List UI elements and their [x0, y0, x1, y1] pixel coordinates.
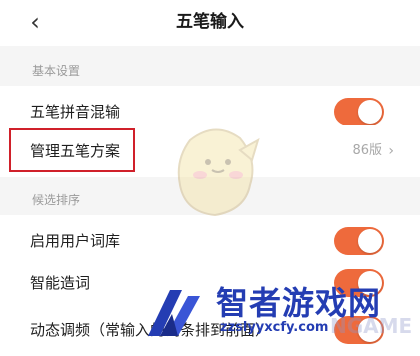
- mixed-input-toggle[interactable]: [334, 98, 384, 126]
- section-header-basic: 基本设置: [0, 46, 420, 86]
- highlight-box: [9, 128, 135, 172]
- section-title: 候选排序: [32, 193, 81, 207]
- chevron-right-icon: ›: [388, 143, 394, 159]
- nav-bar: ‹ 五笔输入: [0, 0, 420, 46]
- site-logo-icon: [148, 290, 200, 336]
- toggle-knob: [358, 229, 382, 253]
- page-title: 五笔输入: [176, 12, 244, 32]
- site-watermark: 智者游戏网 NGAME zzslyyxcfy.com: [140, 276, 420, 346]
- toggle-knob: [358, 100, 382, 124]
- row-label: 智能造词: [30, 274, 91, 292]
- scheme-value: 86版: [352, 143, 382, 158]
- mascot-watermark-icon: [177, 128, 260, 217]
- watermark-url: zzslyyxcfy.com: [220, 320, 329, 335]
- user-dictionary-toggle[interactable]: [334, 227, 384, 255]
- watermark-faint-text: NGAME: [330, 314, 413, 338]
- section-title: 基本设置: [32, 64, 81, 78]
